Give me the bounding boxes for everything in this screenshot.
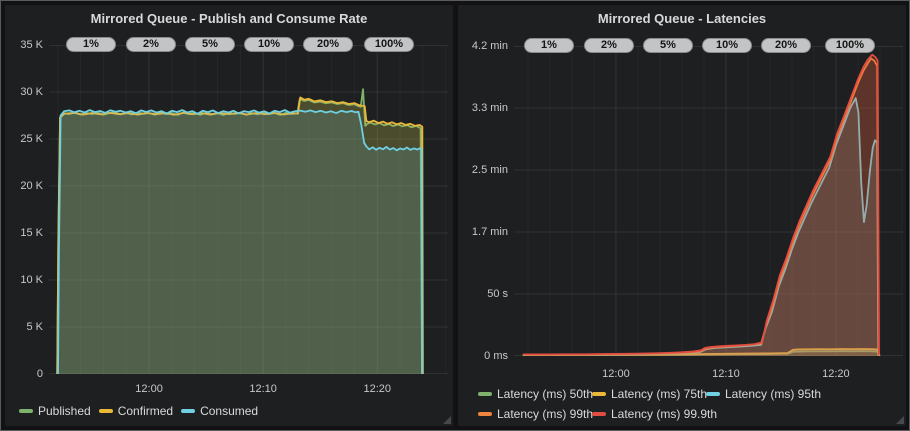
x-tick-label: 12:20 — [806, 367, 866, 381]
series-latency-ms-99-9th-area — [524, 55, 879, 356]
legend-item-latency-ms-75th[interactable]: Latency (ms) 75th — [592, 387, 706, 401]
legend-label: Confirmed — [118, 404, 173, 418]
chart-svg[interactable] — [514, 46, 903, 356]
y-tick-label: 1.7 min — [458, 225, 508, 239]
legend-item-confirmed[interactable]: Confirmed — [99, 404, 177, 418]
x-tick-label: 12:00 — [586, 367, 646, 381]
legend-swatch-icon — [478, 412, 492, 416]
legend-swatch-icon — [706, 392, 720, 396]
legend-item-latency-ms-95th[interactable]: Latency (ms) 95th — [706, 387, 820, 401]
x-tick-label: 12:10 — [696, 367, 756, 381]
y-tick-label: 0 — [5, 367, 43, 381]
annotation-pill-1pct[interactable]: 1% — [524, 38, 574, 53]
annotation-pill-2pct[interactable]: 2% — [126, 37, 176, 52]
x-tick-label: 12:20 — [347, 382, 407, 396]
legend-row: Latency (ms) 99thLatency (ms) 99.9th — [478, 407, 706, 421]
legend-row: Latency (ms) 50th Latency (ms) 75th Latenc… — [478, 387, 820, 401]
legend-label: Latency (ms) 50th — [497, 387, 593, 401]
annotation-pill-20pct[interactable]: 20% — [761, 38, 811, 53]
resize-handle-icon[interactable] — [896, 416, 904, 424]
y-tick-label: 3.3 min — [458, 101, 508, 115]
panel-latencies: Mirrored Queue - Latencies 0 ms 50 s 1.7 m… — [458, 5, 906, 426]
grafana-dashboard: Mirrored Queue - Publish and Consume Rat… — [0, 0, 910, 431]
legend-row: Published Confirmed Consumed — [19, 404, 262, 418]
panel-publish-consume-rate: Mirrored Queue - Publish and Consume Rat… — [5, 5, 453, 426]
y-tick-label: 5 K — [5, 320, 43, 334]
legend-swatch-icon — [478, 392, 492, 396]
chart-svg[interactable] — [49, 45, 448, 374]
annotation-pill-5pct[interactable]: 5% — [185, 37, 235, 52]
panel-title[interactable]: Mirrored Queue - Latencies — [458, 11, 906, 26]
legend-item-latency-ms-99-9th[interactable]: Latency (ms) 99.9th — [592, 407, 706, 421]
y-tick-label: 30 K — [5, 85, 43, 99]
legend-item-published[interactable]: Published — [19, 404, 95, 418]
annotation-pill-2pct[interactable]: 2% — [584, 38, 634, 53]
annotation-pill-1pct[interactable]: 1% — [66, 37, 116, 52]
x-tick-label: 12:10 — [233, 382, 293, 396]
y-tick-label: 15 K — [5, 226, 43, 240]
y-tick-label: 35 K — [5, 38, 43, 52]
legend-label: Latency (ms) 99th — [497, 407, 593, 421]
panel-title[interactable]: Mirrored Queue - Publish and Consume Rat… — [5, 11, 453, 26]
y-tick-label: 50 s — [458, 287, 508, 301]
y-tick-label: 25 K — [5, 132, 43, 146]
annotation-pill-20pct[interactable]: 20% — [303, 37, 353, 52]
legend-item-latency-ms-99th[interactable]: Latency (ms) 99th — [478, 407, 592, 421]
annotation-pill-10pct[interactable]: 10% — [244, 37, 294, 52]
legend-swatch-icon — [592, 392, 606, 396]
x-tick-label: 12:00 — [119, 382, 179, 396]
legend-item-consumed[interactable]: Consumed — [181, 404, 262, 418]
legend-label: Latency (ms) 95th — [725, 387, 821, 401]
y-tick-label: 0 ms — [458, 349, 508, 363]
legend-label: Consumed — [200, 404, 258, 418]
chart-region: 0 5 K 10 K 15 K 20 K 25 K 30 K 35 K 12:00 12:10 12… — [5, 5, 453, 426]
legend-swatch-icon — [19, 409, 33, 413]
legend-swatch-icon — [592, 412, 606, 416]
annotation-pill-10pct[interactable]: 10% — [702, 38, 752, 53]
y-tick-label: 20 K — [5, 179, 43, 193]
chart-region: 0 ms 50 s 1.7 min 2.5 min 3.3 min 4.2 min 12:0… — [458, 5, 906, 426]
legend-item-latency-ms-50th[interactable]: Latency (ms) 50th — [478, 387, 592, 401]
y-tick-label: 4.2 min — [458, 39, 508, 53]
resize-handle-icon[interactable] — [443, 416, 451, 424]
legend-swatch-icon — [99, 409, 113, 413]
y-tick-label: 10 K — [5, 273, 43, 287]
annotation-pill-100pct[interactable]: 100% — [825, 38, 875, 53]
legend-label: Published — [38, 404, 91, 418]
annotation-pill-100pct[interactable]: 100% — [364, 37, 414, 52]
legend-swatch-icon — [181, 409, 195, 413]
legend-label: Latency (ms) 75th — [611, 387, 707, 401]
series-consumed-area — [58, 110, 422, 374]
legend-label: Latency (ms) 99.9th — [611, 407, 717, 421]
annotation-pill-5pct[interactable]: 5% — [643, 38, 693, 53]
y-tick-label: 2.5 min — [458, 163, 508, 177]
